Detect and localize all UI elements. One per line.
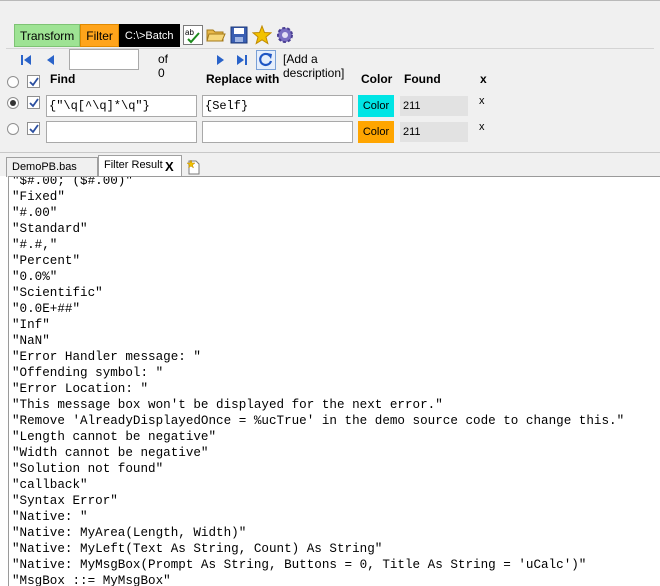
code-line: "$#.00; ($#.00)" xyxy=(12,176,133,188)
close-tab-button[interactable]: X xyxy=(165,158,174,176)
x-column-header: x xyxy=(480,72,487,86)
page-number-input[interactable] xyxy=(69,49,139,70)
code-line: "Error Handler message: " xyxy=(12,350,201,364)
new-tab-icon[interactable] xyxy=(186,159,202,175)
last-page-icon[interactable] xyxy=(234,52,250,68)
tab-demopb-label: DemoPB.bas xyxy=(12,161,77,173)
svg-text:ab: ab xyxy=(185,28,194,37)
transform-button[interactable]: Transform xyxy=(14,23,81,47)
row2-replace-input[interactable] xyxy=(202,121,353,143)
code-line: "Native: " xyxy=(12,510,88,524)
folder-open-icon[interactable] xyxy=(205,25,226,45)
first-page-icon[interactable] xyxy=(18,52,34,68)
code-editor[interactable]: "$#.00; ($#.00)" "Fixed" "#.00" "Standard" "… xyxy=(8,176,660,586)
code-line: "0.0E+##" xyxy=(12,302,81,316)
code-line: "Syntax Error" xyxy=(12,494,118,508)
code-line: "Width cannot be negative" xyxy=(12,446,209,460)
find-column-header: Find xyxy=(50,72,76,86)
tab-bar: DemoPB.bas Filter Result X xyxy=(0,152,660,178)
code-line: "MsgBox ::= MyMsgBox" xyxy=(12,574,171,586)
code-line: "#.00" xyxy=(12,206,58,220)
code-line: "0.0%" xyxy=(12,270,58,284)
main-toolbar: Transform Filter C:\>Batch ab xyxy=(14,23,295,47)
row2-checkbox[interactable] xyxy=(27,122,40,135)
refresh-icon[interactable] xyxy=(256,50,276,70)
code-lines: "$#.00; ($#.00)" "Fixed" "#.00" "Standard" "… xyxy=(12,176,625,586)
code-line: "#.#," xyxy=(12,238,58,252)
row2-remove-button[interactable]: x xyxy=(479,121,485,133)
row2-found-value: 211 xyxy=(400,122,468,142)
row2-radio[interactable] xyxy=(7,123,19,135)
row1-radio[interactable] xyxy=(7,97,19,109)
tab-demopb[interactable]: DemoPB.bas xyxy=(6,157,98,177)
code-line: "Native: MyArea(Length, Width)" xyxy=(12,526,247,540)
next-page-icon[interactable] xyxy=(212,52,228,68)
row1-found-value: 211 xyxy=(400,96,468,116)
tab-filter-result[interactable]: Filter Result X xyxy=(98,155,182,178)
description-label[interactable]: [Add a description] xyxy=(283,52,344,80)
found-column-header: Found xyxy=(404,72,441,86)
find-replace-panel: Transform Filter C:\>Batch ab of 0 [Add … xyxy=(0,0,660,152)
code-line: "Remove 'AlreadyDisplayedOnce = %ucTrue'… xyxy=(12,414,625,428)
code-line: "Percent" xyxy=(12,254,81,268)
star-icon[interactable] xyxy=(251,24,272,45)
code-line: "Solution not found" xyxy=(12,462,164,476)
color-column-header: Color xyxy=(361,72,393,86)
code-line: "Native: MyMsgBox(Prompt As String, Butt… xyxy=(12,558,587,572)
spellcheck-icon[interactable]: ab xyxy=(182,25,203,45)
code-line: "Scientific" xyxy=(12,286,103,300)
row1-checkbox[interactable] xyxy=(27,96,40,109)
code-line: "This message box won't be displayed for… xyxy=(12,398,443,412)
header-checkbox[interactable] xyxy=(27,75,40,88)
code-line: "Fixed" xyxy=(12,190,65,204)
code-line: "callback" xyxy=(12,478,88,492)
save-icon[interactable] xyxy=(229,25,249,45)
page-count-label: of 0 xyxy=(158,52,169,80)
header-radio[interactable] xyxy=(7,76,19,88)
previous-page-icon[interactable] xyxy=(43,52,59,68)
row1-remove-button[interactable]: x xyxy=(479,95,485,107)
filter-button[interactable]: Filter xyxy=(80,23,119,47)
code-line: "Native: MyLeft(Text As String, Count) A… xyxy=(12,542,383,556)
code-line: "Offending symbol: " xyxy=(12,366,164,380)
replace-column-header: Replace with xyxy=(206,72,280,86)
batch-button[interactable]: C:\>Batch xyxy=(118,23,180,47)
tab-filter-result-label: Filter Result xyxy=(104,159,163,171)
row1-color-button[interactable]: Color xyxy=(358,95,394,117)
row2-color-button[interactable]: Color xyxy=(358,121,394,143)
code-line: "Length cannot be negative" xyxy=(12,430,217,444)
code-line: "Error Location: " xyxy=(12,382,149,396)
gear-icon[interactable] xyxy=(275,25,295,45)
row1-replace-input[interactable]: {Self} xyxy=(202,95,353,117)
code-line: "NaN" xyxy=(12,334,50,348)
code-line: "Inf" xyxy=(12,318,50,332)
row2-find-input[interactable] xyxy=(46,121,197,143)
row1-find-input[interactable]: {"\q[^\q]*\q"} xyxy=(46,95,197,117)
code-line: "Standard" xyxy=(12,222,88,236)
